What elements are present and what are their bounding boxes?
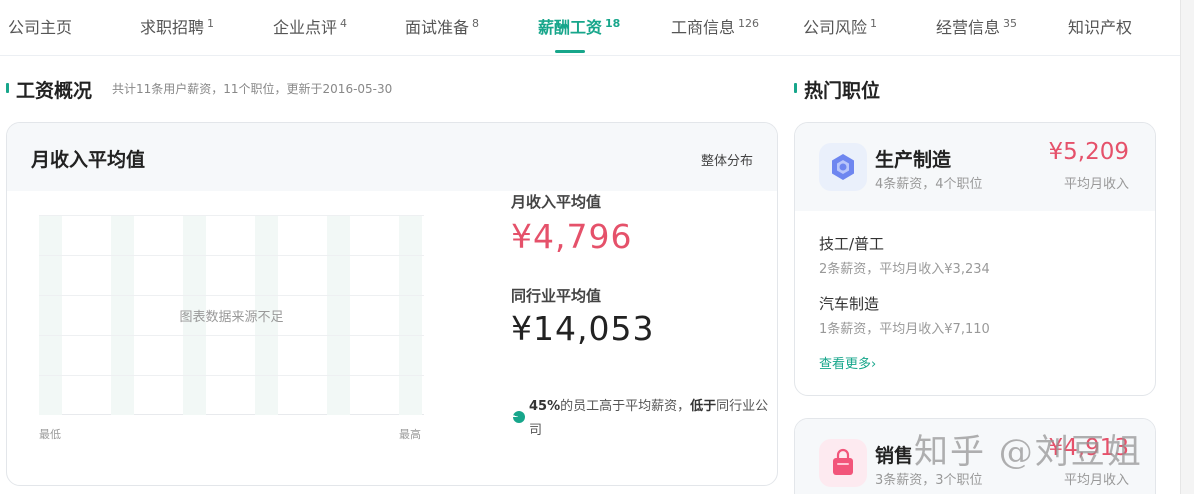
tab-count: 35 [1003,17,1018,30]
tab-risk[interactable]: 公司风险 1 [803,14,877,38]
salary-card-title: 月收入平均值 [31,149,146,171]
shopping-bag-icon [819,439,867,487]
chart-gridline [39,215,424,216]
job-category-name: 生产制造 [875,149,952,171]
view-more-link[interactable]: 查看更多› [819,353,876,372]
salary-overview-subtitle: 共计11条用户薪资，11个职位，更新于2016-05-30 [112,82,393,96]
salary-card: 月收入平均值 整体分布 图表数据来源不足 最低 最高 月收入平均值 ¥4,796… [6,122,778,486]
page-scrollbar[interactable] [1180,0,1194,494]
industry-avg-label: 同行业平均值 [511,287,602,305]
salary-comparison-note: 45%的员工高于平均薪资，低于同行业公司 [529,399,769,438]
job-card[interactable]: 生产制造 4条薪资，4个职位 ¥5,209 平均月收入 技工/普工 2条薪资，平… [794,122,1156,396]
tab-operations[interactable]: 经营信息 35 [936,14,1017,38]
tab-count: 18 [605,17,621,30]
hexagon-icon [819,143,867,191]
chart-gridline [39,335,424,336]
chart-empty-message: 图表数据来源不足 [179,310,284,325]
tab-count: 8 [472,17,480,30]
job-category-salary: ¥5,209 [1048,139,1129,165]
avg-income-label: 月收入平均值 [511,193,602,211]
company-tab-bar: 公司主页 求职招聘 1 企业点评 4 面试准备 8 薪酬工资 18 工商信息 126 公司… [0,0,1180,56]
job-category-name: 销售 [875,445,914,467]
tab-count: 1 [870,17,878,30]
chart-gridline [39,375,424,376]
sub-job-meta: 2条薪资，平均月收入¥3,234 [819,262,990,277]
watermark: 知乎 @刘豆姐 [914,432,1143,472]
tab-ip[interactable]: 知识产权 [1068,14,1132,38]
tab-company-home[interactable]: 公司主页 [8,14,72,38]
distribution-link[interactable]: 整体分布 [701,150,753,169]
tab-reviews[interactable]: 企业点评 4 [273,14,347,38]
job-category-salary-label: 平均月收入 [1063,177,1129,192]
salary-overview-title: 工资概况 [16,80,93,102]
tab-count: 1 [207,17,215,30]
pie-chart-icon [513,411,525,423]
chart-gridline [39,295,424,296]
tab-interview[interactable]: 面试准备 8 [405,14,479,38]
tab-jobs[interactable]: 求职招聘 1 [140,14,214,38]
salary-distribution-chart: 图表数据来源不足 [39,215,424,415]
sub-job-name[interactable]: 汽车制造 [819,293,879,314]
tab-business-info[interactable]: 工商信息 126 [671,14,759,38]
section-marker [6,83,9,93]
axis-high-label: 最高 [399,428,421,441]
hot-jobs-title: 热门职位 [804,80,881,102]
job-category-meta: 4条薪资，4个职位 [875,177,983,192]
chart-gridline [39,255,424,256]
axis-low-label: 最低 [39,428,61,441]
sub-job-name[interactable]: 技工/普工 [819,233,884,254]
active-tab-indicator [555,50,585,53]
sub-job-meta: 1条薪资，平均月收入¥7,110 [819,322,990,337]
tab-salary[interactable]: 薪酬工资 18 [538,14,620,38]
tab-count: 126 [738,17,760,30]
avg-income-value: ¥4,796 [511,217,633,256]
industry-avg-value: ¥14,053 [511,309,655,348]
tab-count: 4 [340,17,348,30]
section-marker [794,83,797,93]
